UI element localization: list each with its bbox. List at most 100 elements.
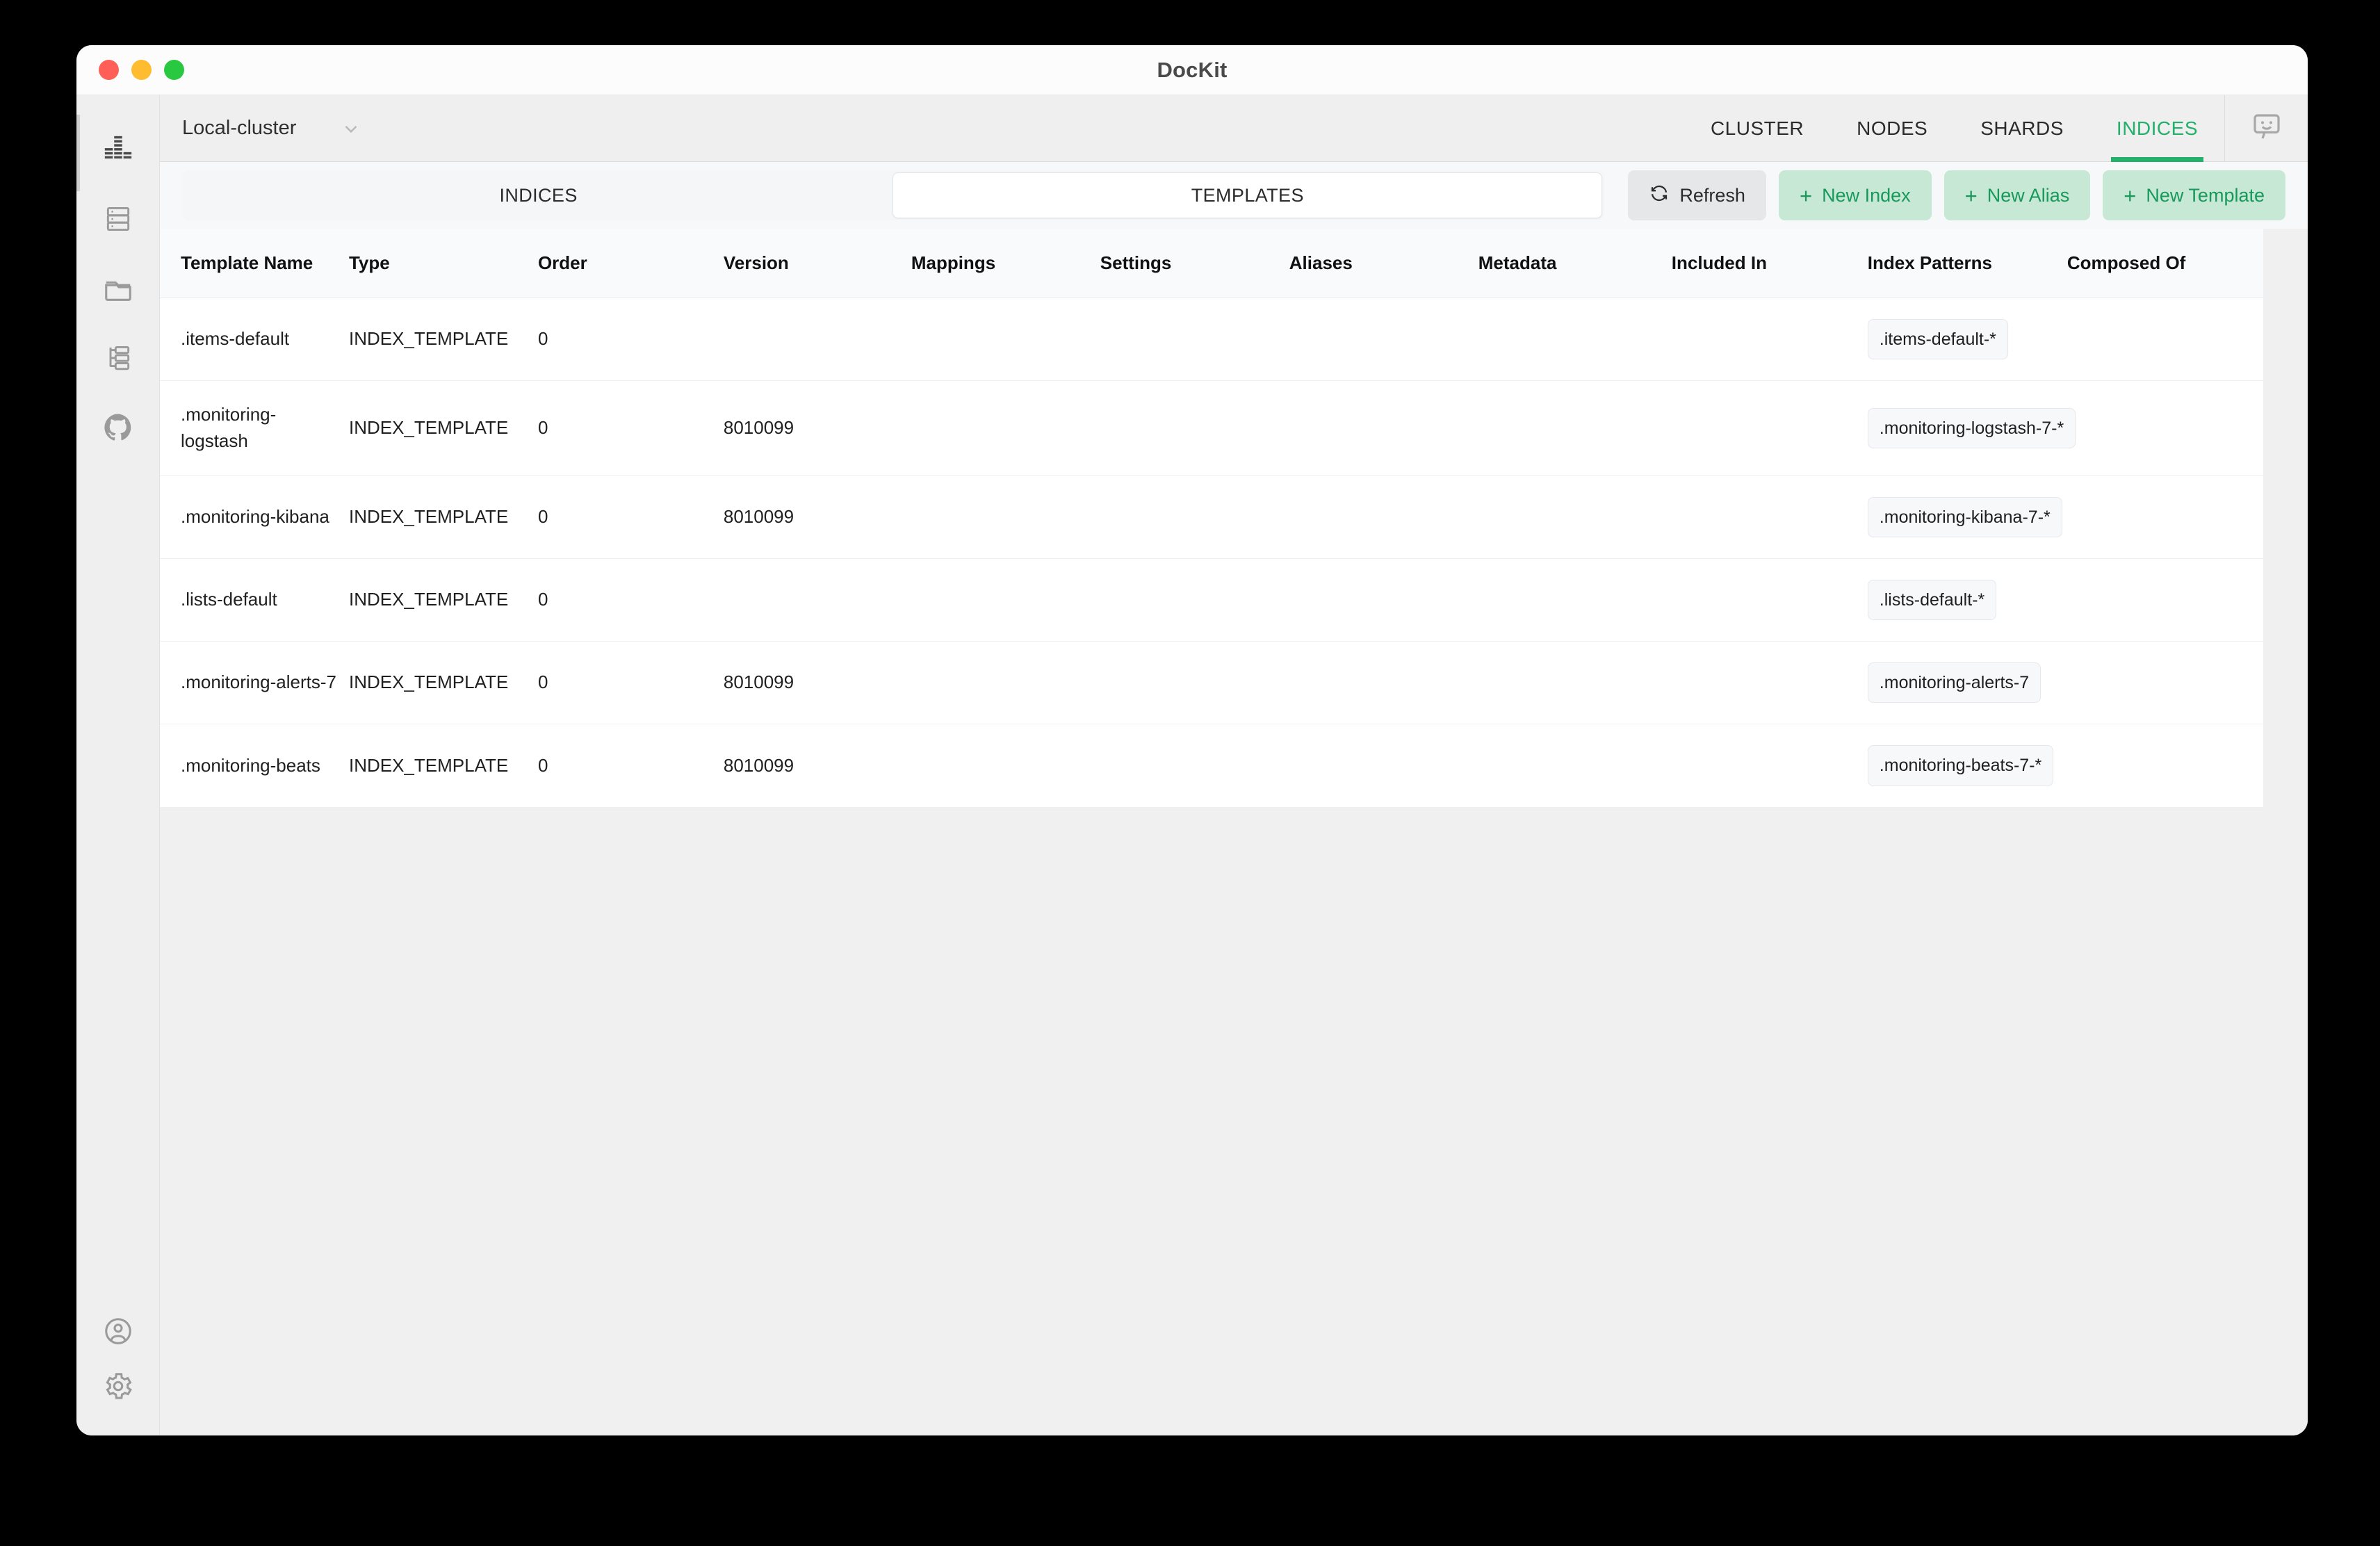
column-header-mappings[interactable]: Mappings	[911, 229, 1100, 298]
templates-table: Template Name Type Order Version Mapping…	[160, 229, 2263, 808]
column-header-composed-of[interactable]: Composed Of	[2067, 229, 2263, 298]
cell-included-in	[1671, 641, 1868, 725]
sidebar-item-dashboard[interactable]	[76, 115, 160, 184]
index-pattern-badge: .items-default-*	[1867, 319, 2008, 360]
nav-tabs: CLUSTER NODES SHARDS INDICES	[1684, 95, 2308, 162]
table-header: Template Name Type Order Version Mapping…	[160, 229, 2263, 298]
feedback-button[interactable]	[2224, 95, 2308, 162]
index-pattern-badge: .monitoring-beats-7-*	[1867, 745, 2054, 786]
cell-order: 0	[537, 558, 724, 642]
templates-table-card: Template Name Type Order Version Mapping…	[160, 229, 2263, 808]
plus-icon: +	[1799, 183, 1813, 208]
table-row[interactable]: .monitoring-alerts-7 INDEX_TEMPLATE 0 80…	[160, 641, 2263, 725]
cell-type: INDEX_TEMPLATE	[348, 724, 538, 808]
main-content: Local-cluster CLUSTER NODES SHARDS INDIC…	[160, 95, 2308, 1435]
cell-index-patterns: .monitoring-kibana-7-*	[1867, 475, 2067, 559]
column-header-included-in[interactable]: Included In	[1671, 229, 1868, 298]
cell-template-name: .monitoring-beats	[160, 724, 349, 808]
tab-nodes[interactable]: NODES	[1830, 95, 1954, 162]
hierarchy-icon	[103, 343, 133, 373]
cell-included-in	[1671, 475, 1868, 559]
tab-shards[interactable]: SHARDS	[1954, 95, 2090, 162]
column-header-type[interactable]: Type	[348, 229, 538, 298]
sidebar-item-github[interactable]	[76, 393, 160, 462]
cell-mappings	[911, 724, 1100, 808]
sidebar-item-settings[interactable]	[76, 1366, 160, 1435]
cell-version: 8010099	[723, 380, 911, 476]
cell-included-in	[1671, 380, 1868, 476]
column-header-version[interactable]: Version	[723, 229, 911, 298]
segment-indices[interactable]: INDICES	[184, 172, 892, 218]
sidebar-item-files[interactable]	[76, 254, 160, 323]
window-title: DocKit	[1157, 57, 1228, 82]
cell-included-in	[1671, 298, 1868, 382]
plus-icon: +	[2124, 183, 2137, 208]
sidebar-item-account[interactable]	[76, 1296, 160, 1366]
sidebar-item-database[interactable]	[76, 184, 160, 254]
cell-settings	[1100, 641, 1289, 725]
cell-template-name: .lists-default	[160, 558, 349, 642]
view-segmented-control: INDICES TEMPLATES	[182, 170, 1605, 220]
sidebar-active-rail	[76, 115, 80, 191]
plus-icon: +	[1964, 183, 1978, 208]
table-row[interactable]: .items-default INDEX_TEMPLATE 0 .items-d…	[160, 298, 2263, 382]
cell-composed-of	[2067, 641, 2263, 725]
gear-icon	[102, 1370, 134, 1402]
cell-version	[723, 298, 911, 382]
app-window: DocKit Local-cluster CLUSTER NODES SHARD…	[76, 45, 2308, 1435]
new-alias-button[interactable]: + New Alias	[1943, 170, 2091, 220]
top-bar: Local-cluster CLUSTER NODES SHARDS INDIC…	[160, 95, 2308, 162]
segment-templates[interactable]: TEMPLATES	[892, 172, 1603, 218]
database-icon	[103, 204, 133, 234]
new-index-button[interactable]: + New Index	[1778, 170, 1932, 220]
cell-order: 0	[537, 475, 724, 559]
cell-included-in	[1671, 558, 1868, 642]
tab-indices[interactable]: INDICES	[2090, 95, 2224, 162]
window-body: Local-cluster CLUSTER NODES SHARDS INDIC…	[76, 95, 2308, 1435]
column-header-template-name[interactable]: Template Name	[160, 229, 349, 298]
cell-type: INDEX_TEMPLATE	[348, 298, 538, 382]
column-header-aliases[interactable]: Aliases	[1289, 229, 1478, 298]
index-pattern-badge: .lists-default-*	[1867, 579, 1997, 621]
cluster-name-label: Local-cluster	[182, 117, 297, 139]
github-icon	[102, 412, 134, 444]
cell-settings	[1100, 558, 1289, 642]
table-header-row: Template Name Type Order Version Mapping…	[160, 229, 2263, 298]
column-header-order[interactable]: Order	[537, 229, 724, 298]
cell-template-name: .monitoring-logstash	[160, 380, 349, 476]
table-row[interactable]: .monitoring-logstash INDEX_TEMPLATE 0 80…	[160, 380, 2263, 476]
tab-cluster[interactable]: CLUSTER	[1684, 95, 1830, 162]
index-pattern-badge: .monitoring-logstash-7-*	[1867, 407, 2076, 449]
cell-included-in	[1671, 724, 1868, 808]
cell-composed-of	[2067, 724, 2263, 808]
cell-version: 8010099	[723, 475, 911, 559]
title-bar: DocKit	[76, 45, 2308, 95]
cell-settings	[1100, 380, 1289, 476]
sidebar-item-structure[interactable]	[76, 323, 160, 393]
new-template-button-label: New Template	[2146, 184, 2265, 206]
cell-aliases	[1289, 380, 1478, 476]
cell-index-patterns: .monitoring-alerts-7	[1867, 641, 2067, 725]
cell-template-name: .monitoring-kibana	[160, 475, 349, 559]
chevron-down-icon	[341, 118, 361, 139]
user-icon	[102, 1315, 134, 1347]
cell-aliases	[1289, 475, 1478, 559]
table-area: Template Name Type Order Version Mapping…	[160, 229, 2308, 1435]
index-pattern-badge: .monitoring-kibana-7-*	[1867, 496, 2062, 537]
cell-index-patterns: .lists-default-*	[1867, 558, 2067, 642]
cell-settings	[1100, 298, 1289, 382]
column-header-index-patterns[interactable]: Index Patterns	[1867, 229, 2067, 298]
column-header-settings[interactable]: Settings	[1100, 229, 1289, 298]
cell-type: INDEX_TEMPLATE	[348, 641, 538, 725]
cell-mappings	[911, 475, 1100, 559]
table-row[interactable]: .lists-default INDEX_TEMPLATE 0 .lists-d…	[160, 558, 2263, 642]
refresh-button[interactable]: Refresh	[1628, 170, 1766, 220]
refresh-icon	[1649, 183, 1670, 209]
table-row[interactable]: .monitoring-beats INDEX_TEMPLATE 0 80100…	[160, 724, 2263, 808]
column-header-metadata[interactable]: Metadata	[1478, 229, 1672, 298]
table-row[interactable]: .monitoring-kibana INDEX_TEMPLATE 0 8010…	[160, 475, 2263, 559]
cell-aliases	[1289, 641, 1478, 725]
cluster-selector[interactable]: Local-cluster	[182, 117, 361, 140]
new-template-button[interactable]: + New Template	[2103, 170, 2285, 220]
cell-composed-of	[2067, 558, 2263, 642]
